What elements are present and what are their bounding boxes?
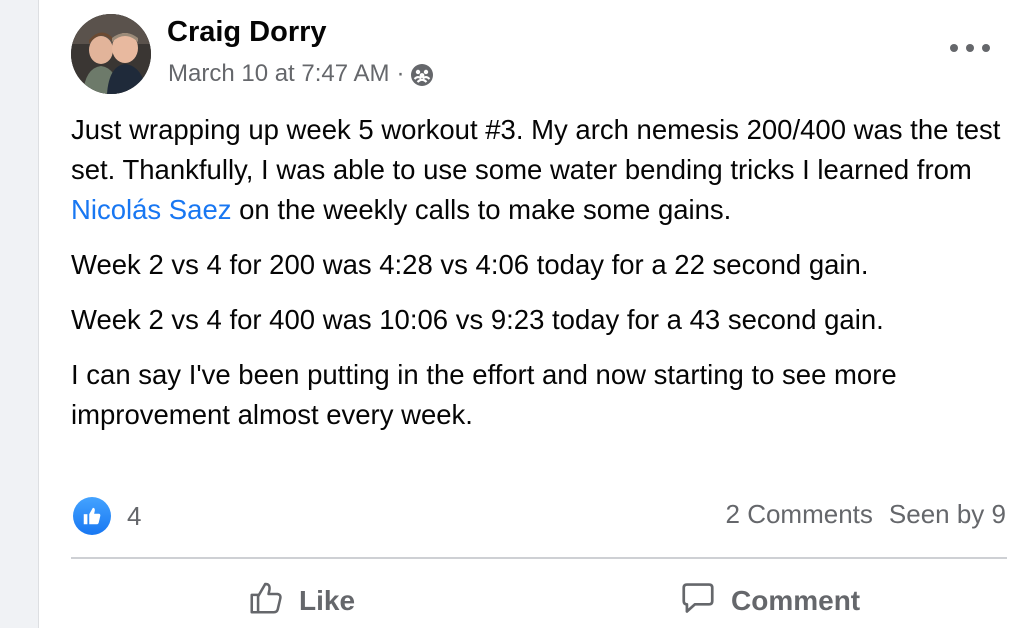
paragraph-text: on the weekly calls to make some gains. (231, 194, 732, 225)
more-dot (966, 44, 974, 52)
action-divider (71, 557, 1007, 559)
meta-separator: · (396, 60, 405, 87)
comment-button[interactable]: Comment (679, 576, 860, 626)
post-paragraph: I can say I've been putting in the effor… (71, 359, 897, 430)
page: Craig Dorry March 10 at 7:47 AM · Just w… (0, 0, 1028, 628)
thumbs-up-icon (247, 579, 285, 624)
post-paragraph: Week 2 vs 4 for 200 was 4:28 vs 4:06 tod… (71, 249, 869, 280)
reactions-summary[interactable]: 4 (73, 497, 141, 535)
reaction-count: 4 (127, 500, 142, 531)
paragraph-text: Just wrapping up week 5 workout #3. My a… (71, 114, 1001, 185)
left-gutter (0, 0, 39, 628)
post-timestamp[interactable]: March 10 at 7:47 AM (168, 60, 389, 88)
comment-bubble-icon (679, 579, 717, 624)
post-body: Just wrapping up week 5 workout #3. My a… (71, 110, 1016, 450)
author-avatar[interactable] (71, 14, 151, 94)
like-button[interactable]: Like (247, 576, 355, 626)
like-label: Like (299, 585, 356, 616)
like-reaction-icon (73, 497, 111, 535)
post-card: Craig Dorry March 10 at 7:47 AM · Just w… (39, 0, 1028, 628)
post-stats: 2 Comments Seen by 9 (726, 499, 1006, 530)
more-dot (950, 44, 958, 52)
mention-link[interactable]: Nicolás Saez (71, 194, 232, 225)
comments-count-link[interactable]: 2 Comments (726, 499, 873, 530)
post-paragraph: Week 2 vs 4 for 400 was 10:06 vs 9:23 to… (71, 304, 884, 335)
group-audience-icon[interactable] (410, 63, 434, 87)
comment-label: Comment (731, 585, 861, 616)
author-name[interactable]: Craig Dorry (167, 16, 327, 49)
post-paragraph: Just wrapping up week 5 workout #3. My a… (71, 110, 1016, 230)
post-meta: March 10 at 7:47 AM · (168, 60, 434, 88)
more-dot (982, 44, 990, 52)
more-options-icon[interactable] (950, 34, 990, 62)
seen-by-link[interactable]: Seen by 9 (889, 499, 1006, 530)
